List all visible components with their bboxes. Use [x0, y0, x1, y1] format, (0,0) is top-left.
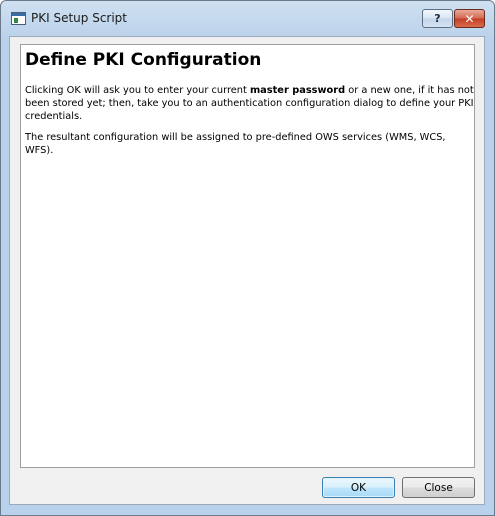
instructions-paragraph: Clicking OK will ask you to enter your c…: [25, 84, 475, 123]
title-bar[interactable]: PKI Setup Script ? ✕: [1, 1, 494, 37]
dialog-body: Define PKI Configuration Clicking OK wil…: [9, 36, 485, 505]
window-title: PKI Setup Script: [31, 11, 128, 25]
info-panel: Define PKI Configuration Clicking OK wil…: [20, 44, 475, 468]
ok-button[interactable]: OK: [322, 477, 395, 498]
window-close-button[interactable]: ✕: [454, 9, 485, 28]
dialog-window: PKI Setup Script ? ✕ Define PKI Configur…: [0, 0, 495, 516]
help-button[interactable]: ?: [422, 9, 453, 28]
page-title: Define PKI Configuration: [25, 50, 262, 70]
master-password-emphasis: master password: [249, 85, 346, 96]
instructions-text-start: Clicking OK will ask you to enter your c…: [25, 85, 250, 96]
window-app-icon: [11, 12, 26, 25]
close-icon: ✕: [464, 11, 475, 26]
help-icon: ?: [434, 12, 441, 25]
services-paragraph: The resultant configuration will be assi…: [25, 132, 446, 156]
close-button[interactable]: Close: [402, 477, 475, 498]
